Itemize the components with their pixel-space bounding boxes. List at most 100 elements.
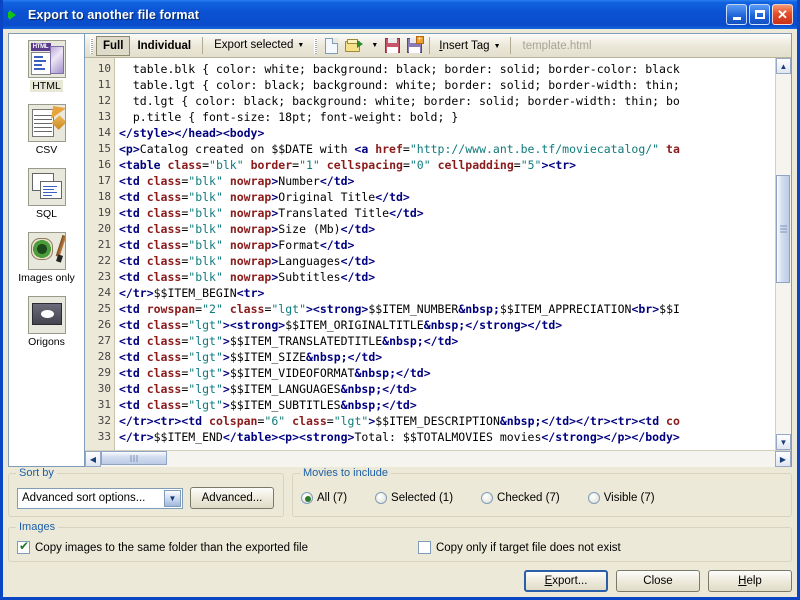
code-token: > xyxy=(222,382,230,396)
minimize-button[interactable] xyxy=(726,4,747,25)
sidebar-item-images-only[interactable]: Images only xyxy=(11,232,83,284)
code-token: "lgt" xyxy=(188,366,223,380)
individual-view-button[interactable]: Individual xyxy=(130,36,198,56)
toolbar-grip-1[interactable] xyxy=(90,37,93,54)
chevron-down-icon: ▼ xyxy=(297,41,305,49)
scroll-right-button[interactable]: ▶ xyxy=(775,451,791,467)
full-view-button[interactable]: Full xyxy=(96,35,131,56)
code-token: Subtitles xyxy=(278,270,341,284)
code-token: </tr><tr><td xyxy=(119,414,210,428)
open-file-button[interactable] xyxy=(342,36,364,56)
code-line: <td class="lgt">$$ITEM_SUBTITLES&nbsp;</… xyxy=(119,397,775,413)
sidebar-item-origons[interactable]: Origons xyxy=(11,296,83,348)
code-token: <td xyxy=(119,174,147,188)
radio-visible[interactable]: Visible (7) xyxy=(587,492,655,504)
code-token: "blk" xyxy=(188,190,223,204)
code-token: > xyxy=(222,366,230,380)
code-text[interactable]: table.blk { color: white; background: bl… xyxy=(115,58,775,450)
code-line: <td rowspan="2" class="lgt"><strong>$$IT… xyxy=(119,301,775,317)
save-as-button[interactable]: + xyxy=(403,36,425,56)
code-token: class xyxy=(146,190,182,204)
save-button[interactable] xyxy=(381,36,403,56)
code-token: class xyxy=(146,382,182,396)
code-token: &nbsp; xyxy=(306,350,348,364)
radio-selected-indicator[interactable] xyxy=(375,492,388,504)
code-line: <td class="blk" nowrap>Size (Mb)</td> xyxy=(119,221,775,237)
vertical-scroll-thumb[interactable] xyxy=(776,174,790,283)
insert-tag-dropdown[interactable]: Insert Tag ▼ xyxy=(434,38,505,54)
scroll-up-button[interactable]: ▲ xyxy=(776,58,791,74)
radio-all[interactable]: All (7) xyxy=(301,492,347,504)
checkbox-copy-images-label: Copy images to the same folder than the … xyxy=(35,541,308,554)
horizontal-scroll-track[interactable] xyxy=(101,451,775,467)
vertical-scrollbar[interactable]: ▲ ▼ xyxy=(775,58,791,450)
line-number: 21 xyxy=(97,238,111,251)
radio-visible-label: Visible (7) xyxy=(603,492,655,504)
maximize-button[interactable] xyxy=(749,4,770,25)
code-line: <td class="blk" nowrap>Languages</td> xyxy=(119,253,775,269)
sort-options-combo[interactable]: Advanced sort options... ▼ xyxy=(17,487,183,509)
sidebar-item-html[interactable]: HTML HTML xyxy=(11,40,83,92)
export-label: xport... xyxy=(552,575,588,587)
code-token: "blk" xyxy=(188,270,223,284)
line-number: 20 xyxy=(97,222,111,235)
dialog-client-area: HTML HTML CSV SQL Images only Origons Fu… xyxy=(3,29,797,597)
open-history-dropdown[interactable]: ▼ xyxy=(364,35,381,57)
vertical-scroll-track[interactable] xyxy=(776,74,791,434)
code-line: </tr>$$ITEM_END</table><p><strong>Total:… xyxy=(119,429,775,445)
close-dialog-button[interactable]: Close xyxy=(616,570,700,592)
images-group: Images Copy images to the same folder th… xyxy=(8,521,792,562)
new-document-button[interactable] xyxy=(320,36,342,56)
code-token: <td xyxy=(119,398,147,412)
movies-group-title: Movies to include xyxy=(300,467,391,479)
code-token: co xyxy=(666,414,680,428)
horizontal-scrollbar[interactable]: ◀ ▶ xyxy=(85,450,791,467)
line-number: 15 xyxy=(97,142,111,155)
line-number: 19 xyxy=(97,206,111,219)
code-token: table.lgt { color: black; background: wh… xyxy=(119,78,680,92)
horizontal-scroll-thumb[interactable] xyxy=(101,451,167,465)
code-token: <td xyxy=(119,382,147,396)
sidebar-item-csv[interactable]: CSV xyxy=(11,104,83,156)
code-token: > xyxy=(222,398,230,412)
line-number: 12 xyxy=(97,94,111,107)
toolbar-grip-2[interactable] xyxy=(314,37,318,54)
code-token: class xyxy=(146,206,182,220)
radio-selected[interactable]: Selected (1) xyxy=(375,492,453,504)
code-token: nowrap xyxy=(222,190,272,204)
checkbox-copy-images-indicator[interactable] xyxy=(17,539,30,554)
window-title: Export to another file format xyxy=(28,7,199,22)
code-line: <td class="blk" nowrap>Format</td> xyxy=(119,237,775,253)
radio-all-indicator[interactable] xyxy=(301,492,313,504)
line-number: 25 xyxy=(97,302,111,315)
code-line: <td class="lgt">$$ITEM_SIZE&nbsp;</td> xyxy=(119,349,775,365)
help-button[interactable]: Help xyxy=(708,570,792,592)
line-number: 23 xyxy=(97,270,111,283)
radio-checked[interactable]: Checked (7) xyxy=(481,492,560,504)
code-token: Languages xyxy=(278,254,341,268)
export-button[interactable]: Export... xyxy=(524,570,608,592)
code-token: </td> xyxy=(340,270,376,284)
code-token: class xyxy=(285,414,327,428)
advanced-sort-button[interactable]: Advanced... xyxy=(190,487,274,509)
sidebar-item-sql[interactable]: SQL xyxy=(11,168,83,220)
export-selected-dropdown[interactable]: Export selected ▼ xyxy=(207,35,311,57)
code-token: <br> xyxy=(631,302,660,316)
code-scroll-region[interactable]: 10 11 12 13 14 15 16 17 18 19 20 21 22 23 24 25 26 27 28 29… xyxy=(85,58,775,450)
code-token: "blk" xyxy=(188,238,223,252)
checkbox-copy-images[interactable]: Copy images to the same folder than the … xyxy=(17,539,308,554)
code-token: </td> xyxy=(396,366,431,380)
code-line: <td class="lgt"><strong>$$ITEM_ORIGINALT… xyxy=(119,317,775,333)
checkbox-copy-only-if-missing[interactable]: Copy only if target file does not exist xyxy=(417,541,621,554)
code-token: border xyxy=(243,158,293,172)
code-token: "lgt" xyxy=(271,302,306,316)
chevron-down-icon-combo[interactable]: ▼ xyxy=(164,489,181,507)
code-token: </tr> xyxy=(119,430,154,444)
sort-by-group-title: Sort by xyxy=(16,467,57,479)
scroll-left-button[interactable]: ◀ xyxy=(85,451,101,467)
radio-checked-indicator[interactable] xyxy=(481,492,494,504)
checkbox-copy-only-if-missing-indicator[interactable] xyxy=(417,541,431,554)
close-button[interactable]: ✕ xyxy=(772,4,793,25)
scroll-down-button[interactable]: ▼ xyxy=(776,434,791,450)
radio-visible-indicator[interactable] xyxy=(587,492,600,504)
